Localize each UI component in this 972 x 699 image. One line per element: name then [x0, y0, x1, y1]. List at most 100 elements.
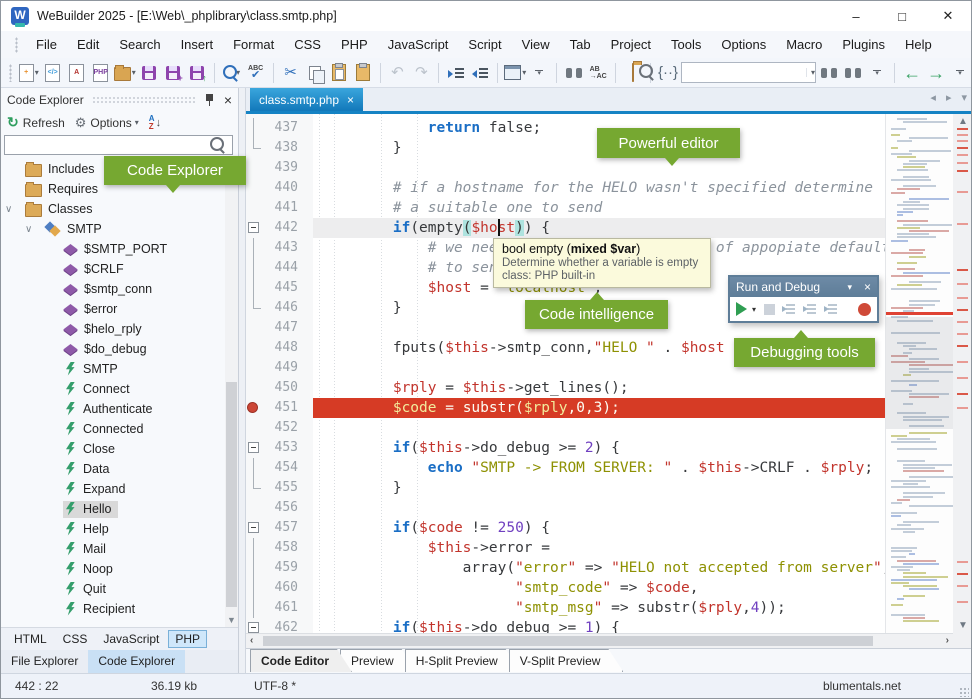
copy-button[interactable]: [304, 61, 326, 85]
tree-item-helo-rply[interactable]: $helo_rply: [1, 319, 226, 339]
clipboard-button[interactable]: [352, 61, 374, 85]
line-number[interactable]: 447: [246, 318, 298, 338]
vertical-scrollbar[interactable]: ▲ ▼: [953, 114, 972, 633]
open-html-document-button[interactable]: A: [66, 61, 88, 85]
step-into-icon[interactable]: [804, 303, 817, 315]
refresh-button[interactable]: Refresh: [23, 116, 65, 130]
menu-item-insert[interactable]: Insert: [171, 33, 224, 56]
editor-gutter[interactable]: 4374384394404414424434444454464474484494…: [246, 114, 313, 633]
menu-item-plugins[interactable]: Plugins: [832, 33, 895, 56]
navigation-overflow-button[interactable]: ▾: [949, 61, 971, 85]
tree-item-connected[interactable]: Connected: [1, 419, 226, 439]
tree-item-connect[interactable]: Connect: [1, 379, 226, 399]
tree-item-error[interactable]: $error: [1, 299, 226, 319]
line-number[interactable]: 441: [246, 198, 298, 218]
cut-button[interactable]: ✂: [280, 61, 302, 85]
breakpoint-icon[interactable]: [247, 402, 258, 413]
menu-item-tools[interactable]: Tools: [661, 33, 711, 56]
find-next-button[interactable]: [842, 61, 864, 85]
run-panel-close-icon[interactable]: ×: [864, 280, 871, 294]
search-button[interactable]: ▾: [221, 61, 243, 85]
stop-icon[interactable]: [764, 304, 775, 315]
menu-item-view[interactable]: View: [512, 33, 560, 56]
line-number[interactable]: 448: [246, 338, 298, 358]
step-out-icon[interactable]: [825, 303, 838, 315]
navigate-forward-button[interactable]: →: [925, 61, 947, 85]
tree-item-do-debug[interactable]: $do_debug: [1, 339, 226, 359]
tree-item-smtp-port[interactable]: $SMTP_PORT: [1, 239, 226, 259]
pin-icon[interactable]: [205, 93, 214, 106]
undo-button[interactable]: ↶: [386, 61, 408, 85]
code-line-458[interactable]: $this->error =: [313, 538, 885, 558]
close-button[interactable]: ✕: [925, 1, 971, 31]
language-tab-html[interactable]: HTML: [7, 630, 54, 648]
panel-tab-code-explorer[interactable]: Code Explorer: [88, 650, 185, 673]
tree-item-authenticate[interactable]: Authenticate: [1, 399, 226, 419]
code-line-442[interactable]: if(empty($host)) {: [313, 218, 885, 238]
find-button[interactable]: [563, 61, 585, 85]
line-number[interactable]: 456: [246, 498, 298, 518]
open-file-button[interactable]: ▾: [114, 61, 136, 85]
minimap-viewport[interactable]: [886, 317, 954, 429]
tab-close-icon[interactable]: ×: [347, 93, 354, 107]
fold-collapse-icon[interactable]: [248, 222, 259, 233]
fold-collapse-icon[interactable]: [248, 442, 259, 453]
quick-search-dropdown-icon[interactable]: ▾: [806, 68, 819, 77]
minimap[interactable]: [885, 114, 954, 633]
code-line-461[interactable]: "smtp_msg" => substr($rply,4));: [313, 598, 885, 618]
code-line-451[interactable]: $code = substr($rply,0,3);: [313, 398, 885, 418]
website-link[interactable]: blumentals.net: [823, 679, 901, 693]
code-line-454[interactable]: echo "SMTP -> FROM SERVER: " . $this->CR…: [313, 458, 885, 478]
tree-scrollbar[interactable]: ▼: [225, 157, 238, 627]
code-line-457[interactable]: if($code != 250) {: [313, 518, 885, 538]
minimize-button[interactable]: –: [833, 1, 879, 31]
code-line-462[interactable]: if($this->do_debug >= 1) {: [313, 618, 885, 633]
toolbar-overflow-button[interactable]: ▾: [528, 61, 550, 85]
run-icon[interactable]: [736, 302, 747, 316]
breakpoint-toggle-icon[interactable]: [858, 303, 871, 316]
quick-search-input[interactable]: [678, 65, 806, 80]
tree-item-crlf[interactable]: $CRLF: [1, 259, 226, 279]
save-all-button[interactable]: +: [162, 61, 184, 85]
open-code-document-button[interactable]: </>: [42, 61, 64, 85]
replace-button[interactable]: AB→AC: [587, 61, 609, 85]
tree-item-smtp[interactable]: SMTP: [1, 359, 226, 379]
tab-scroll-right-icon[interactable]: ▸: [946, 91, 952, 104]
document-tab[interactable]: class.smtp.php ×: [250, 88, 363, 111]
menu-item-project[interactable]: Project: [601, 33, 661, 56]
tree-item-close[interactable]: Close: [1, 439, 226, 459]
menu-item-javascript[interactable]: JavaScript: [378, 33, 459, 56]
line-number[interactable]: 439: [246, 158, 298, 178]
open-file-button-dropdown-icon[interactable]: ▾: [132, 68, 136, 77]
tree-item-hello[interactable]: Hello: [1, 499, 226, 519]
new-document-button-dropdown-icon[interactable]: ▾: [35, 68, 39, 77]
options-dropdown-icon[interactable]: ▾: [135, 118, 139, 127]
code-line-456[interactable]: [313, 498, 885, 518]
tree-item-help[interactable]: Help: [1, 519, 226, 539]
line-number[interactable]: 440: [246, 178, 298, 198]
save-upload-button[interactable]: ↑: [186, 61, 208, 85]
redo-button[interactable]: ↷: [410, 61, 432, 85]
open-php-document-button[interactable]: PHP: [90, 61, 112, 85]
code-line-440[interactable]: # if a hostname for the HELO wasn't spec…: [313, 178, 885, 198]
language-tab-javascript[interactable]: JavaScript: [96, 630, 166, 648]
tree-item-recipient[interactable]: Recipient: [1, 599, 226, 619]
run-dropdown-icon[interactable]: ▾: [752, 305, 756, 314]
code-line-441[interactable]: # a suitable one to send: [313, 198, 885, 218]
tree-item-mail[interactable]: Mail: [1, 539, 226, 559]
code-line-453[interactable]: if($this->do_debug >= 2) {: [313, 438, 885, 458]
tree-item-smtp-conn[interactable]: $smtp_conn: [1, 279, 226, 299]
scroll-right-icon[interactable]: ›: [946, 635, 949, 646]
scroll-down-icon[interactable]: ▼: [953, 620, 972, 631]
code-editor[interactable]: 4374384394404414424434444454464474484494…: [246, 114, 885, 633]
tree-item-quit[interactable]: Quit: [1, 579, 226, 599]
tree-item-classes[interactable]: ∨Classes: [1, 199, 226, 219]
code-snippet-button[interactable]: {··}: [657, 61, 679, 85]
tab-scroll-left-icon[interactable]: ◂: [930, 91, 936, 104]
tree-item-data[interactable]: Data: [1, 459, 226, 479]
chevron-down-icon[interactable]: ∨: [25, 224, 32, 235]
run-panel-dropdown-icon[interactable]: ▾: [847, 282, 852, 293]
find-in-files-button[interactable]: [622, 61, 644, 85]
spell-check-button[interactable]: ABC✔: [245, 61, 267, 85]
menu-item-help[interactable]: Help: [895, 33, 942, 56]
